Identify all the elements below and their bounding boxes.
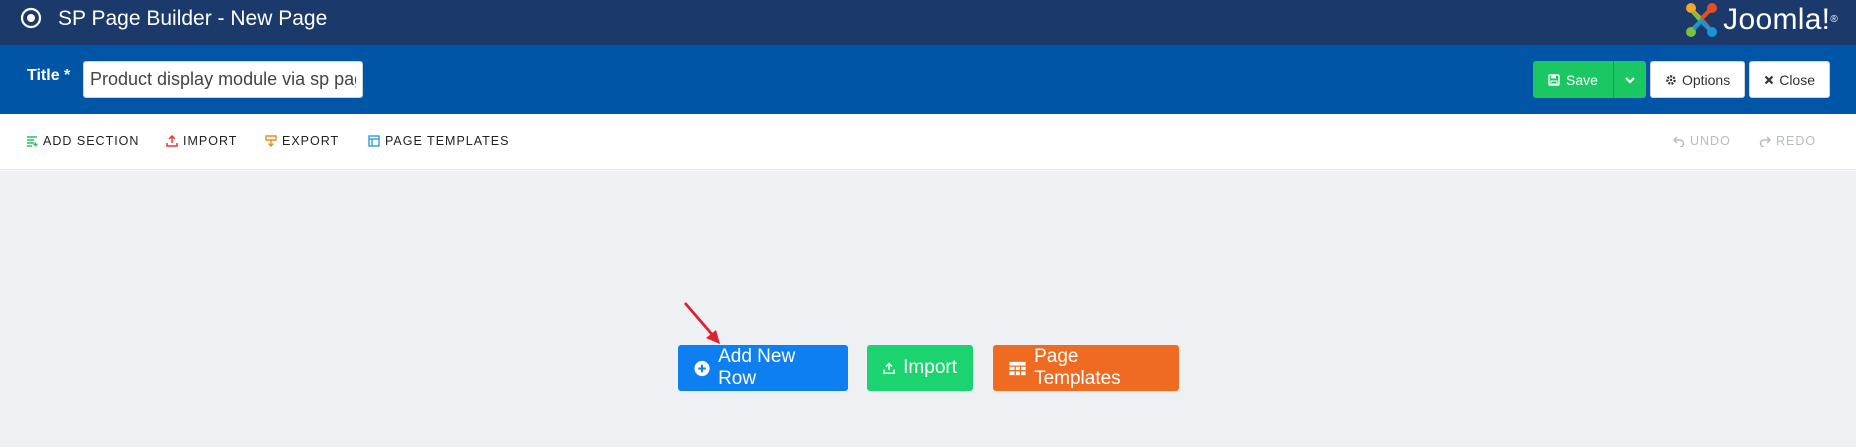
redo-button[interactable]: REDO: [1759, 134, 1816, 148]
add-new-row-button[interactable]: Add New Row: [678, 345, 848, 391]
toolbar-import-button[interactable]: IMPORT: [166, 134, 237, 148]
title-label: Title *: [27, 67, 71, 84]
add-section-icon: [27, 136, 38, 147]
annotation-arrow-icon: [683, 302, 720, 344]
builder-toolbar: ADD SECTION IMPORT EXPORT PAGE TEMPLATES…: [0, 114, 1856, 170]
redo-label: REDO: [1776, 134, 1817, 148]
gear-icon: [1666, 74, 1676, 85]
add-section-label: ADD SECTION: [43, 134, 140, 148]
toolbar-import-label: IMPORT: [183, 134, 238, 148]
toolbar-export-button[interactable]: EXPORT: [265, 134, 339, 148]
page-templates-label: Page Templates: [1034, 346, 1121, 389]
redo-icon: [1759, 136, 1771, 147]
save-options-dropdown[interactable]: [1613, 61, 1646, 98]
undo-icon: [1673, 136, 1685, 147]
title-bar: Title * Save Options: [0, 45, 1856, 114]
import-label: Import: [903, 357, 957, 378]
title-input[interactable]: [83, 61, 363, 98]
joomla-logo[interactable]: Joomla!®: [1681, 0, 1838, 40]
options-label: Options: [1681, 71, 1731, 88]
page-actions: Save Options Close: [1533, 61, 1830, 98]
options-button[interactable]: Options: [1649, 61, 1746, 98]
plus-circle-icon: [694, 360, 710, 376]
undo-button[interactable]: UNDO: [1673, 134, 1731, 148]
floppy-disk-icon: [1548, 73, 1560, 86]
app-title: SP Page Builder - New Page: [58, 7, 328, 30]
toolbar-page-templates-button[interactable]: PAGE TEMPLATES: [368, 134, 509, 148]
save-button-group: Save: [1533, 61, 1646, 98]
template-icon: [368, 135, 380, 147]
toolbar-export-label: EXPORT: [282, 134, 340, 148]
builder-canvas: Add New Row Import Page Templates: [0, 171, 1856, 448]
table-icon: [1009, 361, 1026, 375]
toolbar-page-templates-label: PAGE TEMPLATES: [385, 134, 510, 148]
page-templates-button[interactable]: Page Templates: [993, 345, 1179, 391]
import-button[interactable]: Import: [867, 345, 973, 391]
add-new-row-label: Add New Row: [718, 346, 796, 389]
top-header: SP Page Builder - New Page Joomla!®: [0, 0, 1856, 45]
target-icon: [20, 7, 42, 29]
undo-label: UNDO: [1690, 134, 1731, 148]
add-section-button[interactable]: ADD SECTION: [26, 134, 139, 148]
upload-icon: [166, 135, 178, 147]
save-label: Save: [1566, 71, 1598, 88]
close-label: Close: [1779, 71, 1815, 88]
download-icon: [265, 135, 277, 147]
brand-name: Joomla!®: [1723, 3, 1838, 36]
chevron-down-icon: [1625, 76, 1635, 84]
joomla-logo-icon: [1686, 3, 1718, 37]
brand-registered-mark: ®: [1830, 14, 1838, 25]
save-button[interactable]: Save: [1533, 61, 1614, 98]
upload-icon: [883, 361, 895, 374]
close-icon: [1764, 75, 1774, 84]
close-button[interactable]: Close: [1749, 61, 1830, 98]
